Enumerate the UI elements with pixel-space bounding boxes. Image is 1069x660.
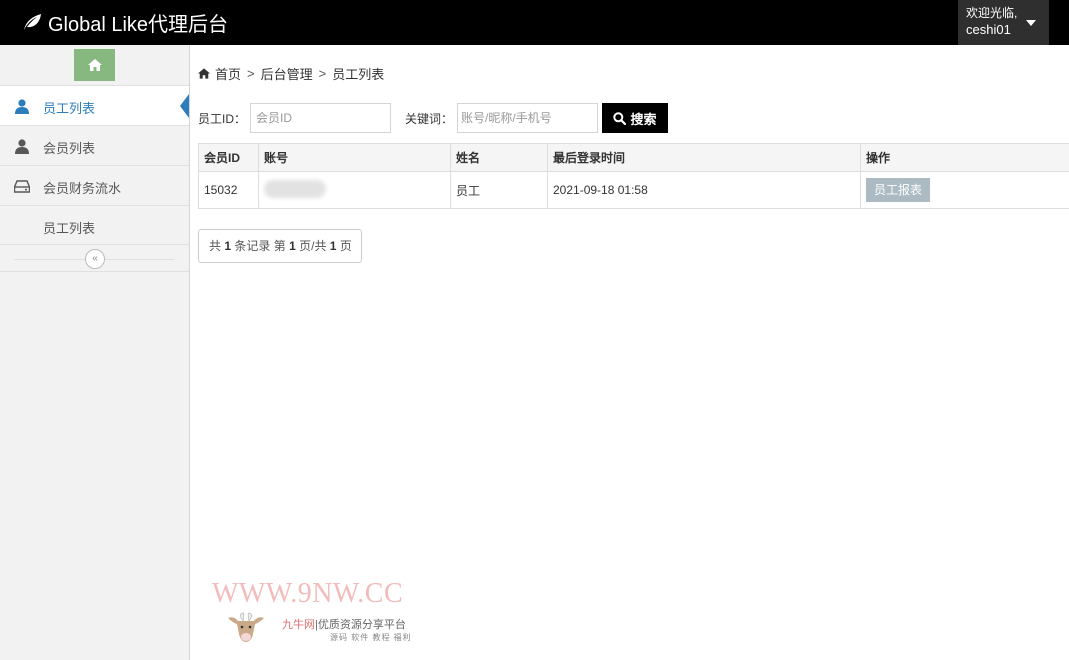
redacted-account: [264, 179, 326, 198]
total-pages: 1: [329, 239, 337, 253]
staff-table: 会员ID 账号 姓名 最后登录时间 操作 15032 员工 2021-09-18…: [198, 143, 1069, 209]
home-icon: [198, 67, 210, 79]
watermark-brand-name: 九牛网: [282, 619, 315, 631]
pager-text: 条记录 第: [234, 239, 286, 253]
hdd-icon: [14, 178, 30, 194]
brand-title: Global Like代理后台: [48, 13, 229, 36]
breadcrumb-separator: >: [247, 65, 255, 81]
last-login-cell: 2021-09-18 01:58: [547, 171, 861, 209]
staff-id-input[interactable]: [250, 103, 391, 133]
breadcrumb-admin[interactable]: 后台管理: [261, 64, 313, 83]
staff-id-label: 员工ID：: [198, 112, 247, 126]
table-header-row: 会员ID 账号 姓名 最后登录时间 操作: [198, 143, 1069, 172]
watermark-tagline: 优质资源分享平台: [317, 619, 406, 631]
username: ceshi01: [966, 22, 1011, 37]
pager-text: 共: [209, 239, 222, 253]
home-icon: [87, 59, 102, 71]
sidebar-menu: 员工列表 会员列表 会员财务流水 员工列表: [0, 85, 189, 245]
action-cell: 员工报表: [860, 171, 1069, 209]
column-header: 最后登录时间: [547, 143, 861, 172]
user-menu[interactable]: 欢迎光临, ceshi01: [958, 0, 1049, 45]
account-cell: [258, 171, 451, 209]
staff-report-button[interactable]: 员工报表: [866, 178, 930, 202]
total-records: 1: [224, 239, 232, 253]
breadcrumb-current: 员工列表: [332, 66, 385, 82]
user-icon: [14, 98, 30, 114]
member-id-cell: 15032: [198, 171, 259, 209]
breadcrumb-home[interactable]: 首页: [215, 64, 241, 83]
current-page: 1: [289, 239, 296, 253]
column-header: 会员ID: [198, 143, 259, 172]
sidebar-item-label: 员工列表: [43, 101, 96, 116]
breadcrumb: 首页 > 后台管理 > 员工列表: [198, 64, 385, 83]
watermark-brand: 九牛网|优质资源分享平台: [282, 619, 406, 631]
sidebar-item-label: 会员财务流水: [43, 181, 122, 196]
search-button-label: 搜索: [630, 111, 657, 127]
top-navbar: Global Like代理后台 欢迎光临, ceshi01: [0, 0, 1069, 45]
keyword-input[interactable]: [457, 103, 598, 133]
watermark-url: WWW.9NW.CC: [212, 578, 404, 609]
home-button[interactable]: [74, 49, 115, 81]
sidebar-item-member-finance[interactable]: 会员财务流水: [0, 165, 189, 205]
search-icon: [613, 111, 627, 125]
leaf-icon: [24, 14, 41, 30]
collapse-sidebar-button[interactable]: «: [85, 249, 105, 269]
pager-text: 页: [339, 239, 352, 253]
greeting-text: 欢迎光临,: [966, 6, 1018, 20]
watermark: WWW.9NW.CC 九牛网|优质资源分享平台 源码 软件 教程 福利: [212, 578, 412, 648]
breadcrumb-separator: >: [318, 65, 327, 81]
sidebar-item-staff-list-2[interactable]: 员工列表: [0, 205, 189, 245]
caret-down-icon: [1026, 20, 1036, 26]
main-content: 首页 > 后台管理 > 员工列表 员工ID： 关键词： 搜索 会员ID 账号 姓…: [190, 45, 1069, 660]
keyword-label: 关键词：: [405, 112, 454, 126]
column-header: 姓名: [450, 143, 548, 172]
sidebar-item-member-list[interactable]: 会员列表: [0, 125, 189, 165]
brand[interactable]: Global Like代理后台: [22, 10, 229, 36]
user-icon: [14, 138, 30, 154]
sidebar: 员工列表 会员列表 会员财务流水 员工列表 «: [0, 45, 190, 660]
pagination-summary: 共 1 条记录 第 1 页/共 1 页: [198, 229, 362, 263]
watermark-tags: 源码 软件 教程 福利: [330, 633, 412, 642]
sidebar-item-staff-list[interactable]: 员工列表: [0, 85, 189, 125]
search-button[interactable]: 搜索: [602, 103, 668, 133]
pager-text: 页/共: [299, 239, 327, 253]
column-header: 操作: [860, 143, 1069, 172]
name-cell: 员工: [450, 171, 548, 209]
active-indicator: [180, 94, 189, 118]
sidebar-item-label: 会员列表: [43, 141, 96, 156]
cow-logo-icon: [228, 612, 264, 642]
sidebar-item-label: 员工列表: [43, 221, 96, 236]
sidebar-collapse-row: «: [0, 246, 189, 272]
table-row: 15032 员工 2021-09-18 01:58 员工报表: [198, 171, 1069, 209]
column-header: 账号: [258, 143, 451, 172]
double-chevron-left-icon: «: [92, 253, 98, 264]
